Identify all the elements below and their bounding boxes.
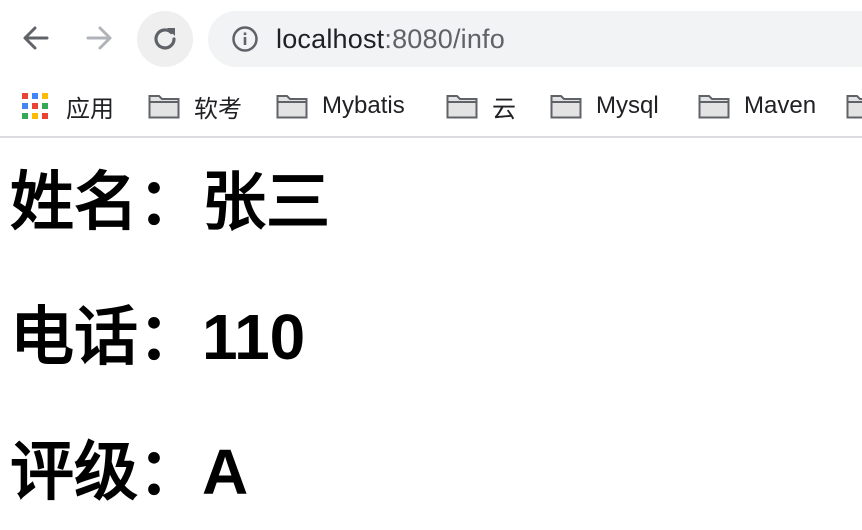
name-row: 姓名：张三 [10,170,330,234]
phone-row: 电话：110 [10,305,305,369]
folder-icon [550,93,582,119]
url-text[interactable]: localhost:8080/info [276,24,505,55]
bookmark-folder-mybatis[interactable]: Mybatis [276,86,405,126]
folder-icon [446,93,478,119]
bookmark-folder-maven[interactable]: Maven [698,86,816,126]
name-value: 张三 [202,166,330,238]
bookmark-label: 应用 [66,95,114,123]
phone-value: 110 [202,301,306,373]
address-bar[interactable]: localhost:8080/info [208,11,862,67]
bookmark-folder-overflow[interactable] [846,86,862,126]
bookmark-label: 软考 [194,95,242,123]
bookmark-folder-mysql[interactable]: Mysql [550,86,659,126]
bookmarks-bar: 应用 软考 Mybatis 云 Mysql Maven [0,78,862,138]
url-host: localhost [276,23,385,54]
arrow-left-icon [23,26,49,50]
reload-button[interactable] [137,11,193,67]
bookmark-label: 云 [492,95,516,123]
rating-label: 评级： [10,436,202,508]
folder-icon [698,93,730,119]
bookmark-label: Mybatis [322,92,405,119]
name-label: 姓名： [10,166,202,238]
browser-toolbar: localhost:8080/info [0,0,862,78]
bookmark-apps[interactable]: 应用 [22,86,114,126]
folder-icon [276,93,308,119]
folder-icon [148,93,180,119]
bookmark-label: Maven [744,92,817,119]
bookmark-label: Mysql [596,92,659,119]
bookmark-folder-ruankao[interactable]: 软考 [148,86,242,126]
arrow-right-icon [86,26,112,50]
info-icon[interactable] [230,24,260,54]
rating-value: A [202,436,249,508]
rating-row: 评级：A [10,440,248,504]
back-button[interactable] [11,13,61,63]
folder-icon [846,93,862,119]
bookmark-folder-yun[interactable]: 云 [446,86,516,126]
forward-button[interactable] [74,13,124,63]
phone-label: 电话： [10,301,202,373]
url-path: :8080/info [384,23,505,54]
reload-icon [154,28,176,50]
apps-grid-icon [22,93,48,119]
